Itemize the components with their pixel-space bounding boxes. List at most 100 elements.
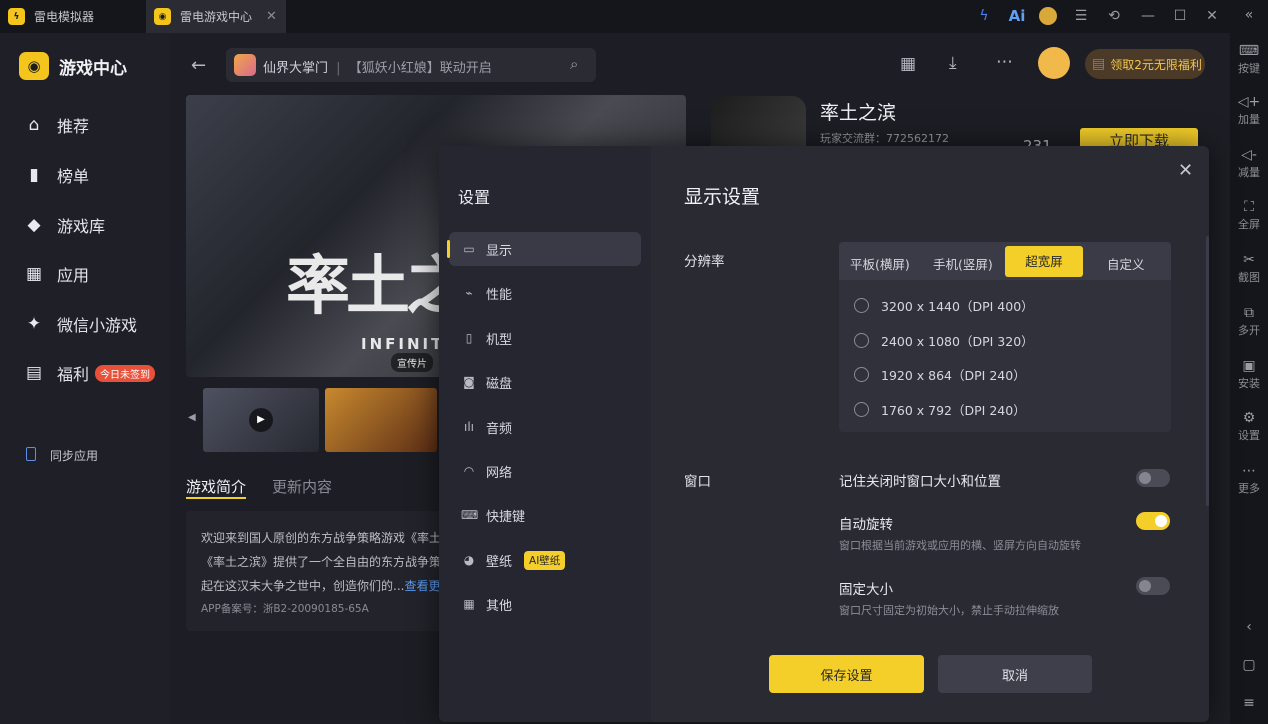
- settings-title: 设置: [458, 188, 491, 207]
- radio-button[interactable]: [854, 402, 869, 417]
- ai-button[interactable]: Ai: [1004, 6, 1030, 26]
- sidebar-item-library[interactable]: ◆ 游戏库: [24, 213, 105, 237]
- promo-button[interactable]: ▤ 领取2元无限福利: [1085, 49, 1205, 79]
- sidebar-item-wechat-games[interactable]: ✦ 微信小游戏: [24, 312, 137, 336]
- download-now-button[interactable]: 立即下载: [1080, 128, 1198, 146]
- radio-button[interactable]: [854, 298, 869, 313]
- settings-nav-display[interactable]: ▭ 显示: [447, 232, 641, 266]
- resolution-option[interactable]: 2400 x 1080（DPI 320）: [854, 331, 1034, 350]
- close-tab-icon[interactable]: ✕: [266, 9, 277, 24]
- back-icon[interactable]: ‹: [1230, 618, 1268, 636]
- apps-icon: ▦: [25, 264, 43, 284]
- gift-icon: ▤: [1092, 56, 1106, 72]
- rail-settings-button[interactable]: ⚙ 设置: [1230, 409, 1268, 443]
- chart-icon: ▮: [29, 165, 39, 185]
- rail-keyboard-button[interactable]: ⌨ 按键: [1230, 42, 1268, 76]
- radio-button[interactable]: [854, 333, 869, 348]
- volume-up-icon: ◁+: [1237, 94, 1261, 110]
- bolt-icon[interactable]: ϟ: [974, 6, 994, 26]
- settings-nav-disk[interactable]: ◙ 磁盘: [449, 365, 641, 399]
- settings-nav-model[interactable]: ▯ 机型: [449, 321, 641, 355]
- scrollbar[interactable]: [1206, 236, 1209, 506]
- remember-window-toggle[interactable]: [1136, 469, 1170, 487]
- save-settings-button[interactable]: 保存设置: [769, 655, 924, 693]
- back-arrow-icon[interactable]: ←: [191, 55, 206, 76]
- minimize-icon[interactable]: —: [1138, 6, 1158, 26]
- tab-updates[interactable]: 更新内容: [272, 476, 332, 497]
- resolution-option[interactable]: 3200 x 1440（DPI 400）: [854, 296, 1034, 315]
- search-bar[interactable]: 仙界大掌门 | 【狐妖小红娘】联动开启 ⌕: [226, 48, 596, 82]
- fixed-size-toggle[interactable]: [1136, 577, 1170, 595]
- rail-multi-button[interactable]: ⧉ 多开: [1230, 304, 1268, 338]
- user-avatar[interactable]: [1038, 47, 1070, 79]
- sidebar-item-welfare[interactable]: ▤ 福利 今日未签到: [24, 361, 156, 385]
- keyboard-icon: ⌨: [1238, 43, 1260, 59]
- settings-nav-performance[interactable]: ⌁ 性能: [449, 276, 641, 310]
- sidebar-item-recommend[interactable]: ⌂ 推荐: [24, 113, 89, 137]
- settings-nav-audio[interactable]: ılı 音频: [449, 410, 641, 444]
- home-square-icon[interactable]: ▢: [1230, 656, 1268, 674]
- res-tab-phone[interactable]: 手机(竖屏): [933, 254, 993, 273]
- settings-nav-network[interactable]: ◠ 网络: [449, 454, 641, 488]
- settings-dialog: 设置 ▭ 显示 ⌁ 性能 ▯ 机型 ◙ 磁盘 ılı 音频 ◠ 网络 ⌨ 快捷键 ◕ 壁纸 AI…: [439, 146, 1209, 722]
- play-icon: ▶: [249, 408, 273, 432]
- settings-nav-wallpaper[interactable]: ◕ 壁纸 AI壁纸: [449, 543, 641, 577]
- app-title: 游戏中心: [59, 59, 127, 79]
- auto-rotate-desc: 窗口根据当前游戏或应用的横、竖屏方向自动旋转: [839, 539, 1081, 552]
- home-icon: ⌂: [28, 115, 40, 135]
- rail-fullscreen-button[interactable]: ⛶ 全屏: [1230, 198, 1268, 232]
- checkin-badge: 今日未签到: [95, 364, 156, 382]
- resolution-option[interactable]: 1920 x 864（DPI 240）: [854, 365, 1026, 384]
- radio-button[interactable]: [854, 367, 869, 382]
- display-settings-title: 显示设置: [684, 186, 761, 208]
- more-options-icon[interactable]: ⋯: [996, 52, 1013, 72]
- maximize-icon[interactable]: ☐: [1170, 6, 1190, 26]
- settings-nav-shortcuts[interactable]: ⌨ 快捷键: [449, 498, 641, 532]
- tab-label: 雷电模拟器: [34, 10, 95, 24]
- res-tab-ultrawide[interactable]: 超宽屏: [1005, 246, 1083, 277]
- res-tab-tablet[interactable]: 平板(横屏): [850, 254, 910, 273]
- sidebar-item-apps[interactable]: ▦ 应用: [24, 262, 89, 286]
- settings-nav: 设置 ▭ 显示 ⌁ 性能 ▯ 机型 ◙ 磁盘 ılı 音频 ◠ 网络 ⌨ 快捷键 ◕ 壁纸 AI…: [439, 146, 651, 722]
- menu-icon[interactable]: ☰: [1071, 6, 1091, 26]
- settings-nav-other[interactable]: ▦ 其他: [449, 587, 641, 621]
- tab-ld-emulator[interactable]: ϟ 雷电模拟器: [0, 0, 145, 33]
- rail-volume-down-button[interactable]: ◁- 减量: [1230, 146, 1268, 180]
- gear-icon: ⚙: [1242, 410, 1256, 426]
- game-title: 率土之滨: [820, 102, 897, 124]
- resolution-label: 分辨率: [684, 254, 725, 270]
- close-dialog-icon[interactable]: ✕: [1178, 160, 1193, 181]
- sidebar-item-ranking[interactable]: ▮ 榜单: [24, 163, 89, 187]
- search-icon[interactable]: ⌕: [570, 55, 578, 73]
- gift-icon: ▤: [25, 363, 43, 383]
- fixed-size-label: 固定大小: [839, 582, 893, 598]
- tab-game-center[interactable]: ◉ 雷电游戏中心 ✕: [146, 0, 286, 33]
- download-icon[interactable]: ⤓: [949, 53, 957, 73]
- calendar-icon[interactable]: ▦: [900, 54, 916, 74]
- rail-screenshot-button[interactable]: ✂ 截图: [1230, 251, 1268, 285]
- rail-volume-up-button[interactable]: ◁+ 加量: [1230, 93, 1268, 127]
- auto-rotate-toggle[interactable]: [1136, 512, 1170, 530]
- restore-window-icon[interactable]: ⟲: [1104, 6, 1124, 26]
- remember-window-label: 记住关闭时窗口大小和位置: [839, 474, 1001, 490]
- prev-thumb-icon[interactable]: ◀: [188, 412, 196, 423]
- search-game-name: 仙界大掌门: [263, 61, 329, 76]
- resolution-option[interactable]: 1760 x 792（DPI 240）: [854, 400, 1026, 419]
- collapse-toolbar-icon[interactable]: «: [1230, 6, 1268, 24]
- read-more-link[interactable]: 查看更: [404, 579, 440, 593]
- rail-more-button[interactable]: ⋯ 更多: [1230, 462, 1268, 496]
- app-record-number: APP备案号：浙B2-20090185-65A: [201, 603, 369, 615]
- rail-install-button[interactable]: ▣ 安装: [1230, 357, 1268, 391]
- cancel-button[interactable]: 取消: [938, 655, 1092, 693]
- video-thumbnail[interactable]: ▶: [203, 388, 319, 452]
- screenshot-thumbnail[interactable]: [325, 388, 437, 452]
- tab-intro[interactable]: 游戏简介: [186, 476, 246, 497]
- sync-icon: [26, 447, 36, 461]
- phone-icon: ▯: [465, 331, 473, 345]
- close-window-icon[interactable]: ✕: [1202, 6, 1222, 26]
- avatar[interactable]: [1039, 7, 1057, 25]
- recents-icon[interactable]: ≡: [1230, 694, 1268, 712]
- monitor-icon: ▭: [463, 242, 475, 256]
- sync-apps-link[interactable]: 同步应用: [50, 447, 98, 464]
- res-tab-custom[interactable]: 自定义: [1107, 254, 1145, 273]
